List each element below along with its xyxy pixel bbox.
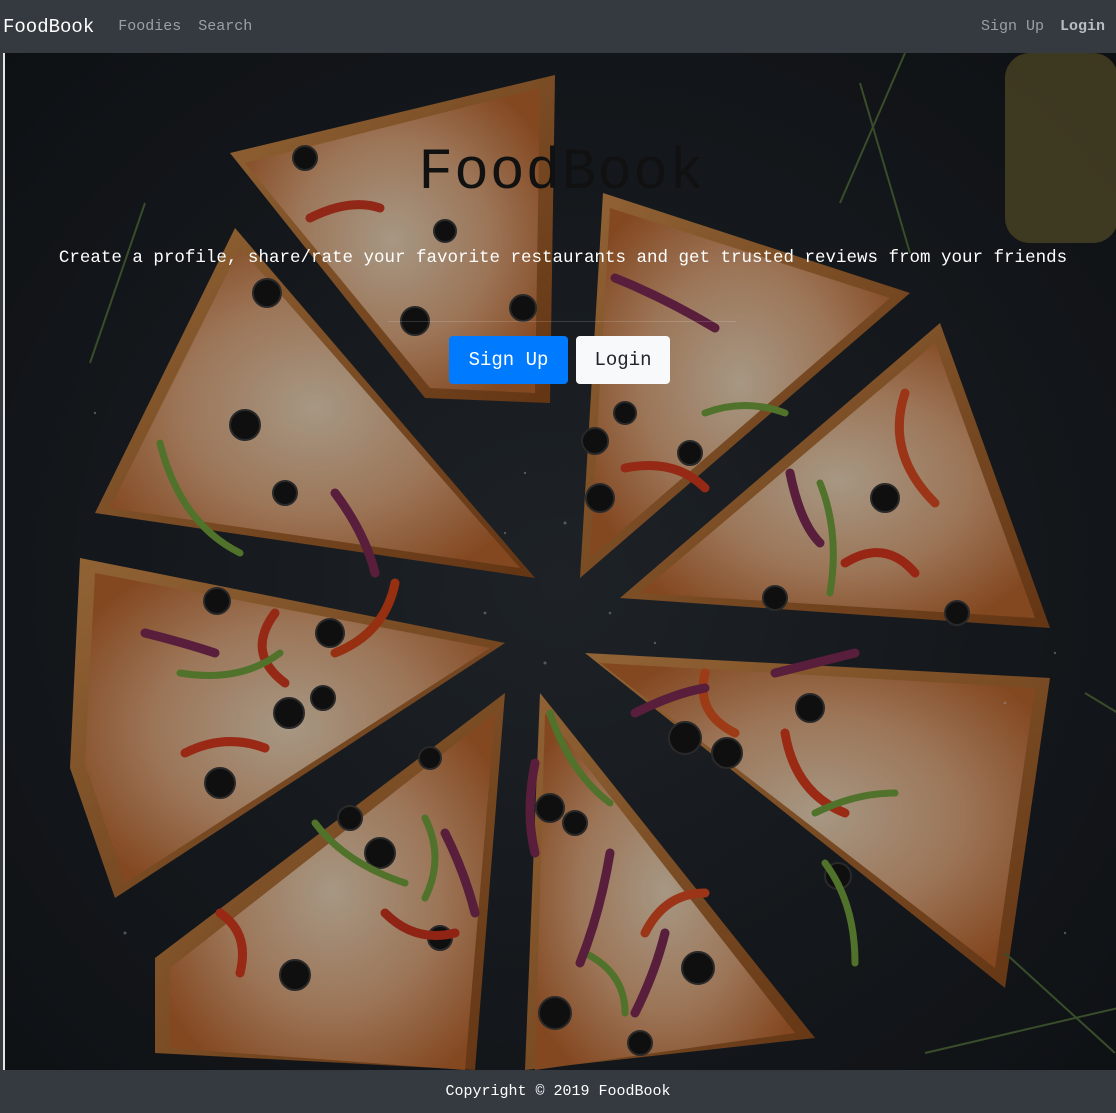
nav-link-signup[interactable]: Sign Up (981, 18, 1044, 35)
footer: Copyright © 2019 FoodBook (0, 1070, 1116, 1113)
hero-title: FoodBook (418, 141, 705, 206)
nav-link-login[interactable]: Login (1060, 18, 1105, 35)
navbar: FoodBook Foodies Search Sign Up Login (0, 0, 1116, 53)
hero-divider (388, 321, 736, 322)
brand-link[interactable]: FoodBook (3, 16, 94, 38)
hero-section: FoodBook Create a profile, share/rate yo… (3, 53, 1116, 1070)
nav-link-foodies[interactable]: Foodies (118, 18, 181, 35)
nav-right: Sign Up Login (981, 18, 1105, 35)
login-button[interactable]: Login (576, 336, 670, 384)
hero-subtitle: Create a profile, share/rate your favori… (58, 248, 1068, 268)
nav-link-search[interactable]: Search (198, 18, 252, 35)
footer-copyright: Copyright © 2019 FoodBook (445, 1083, 671, 1100)
signup-button[interactable]: Sign Up (449, 336, 568, 384)
